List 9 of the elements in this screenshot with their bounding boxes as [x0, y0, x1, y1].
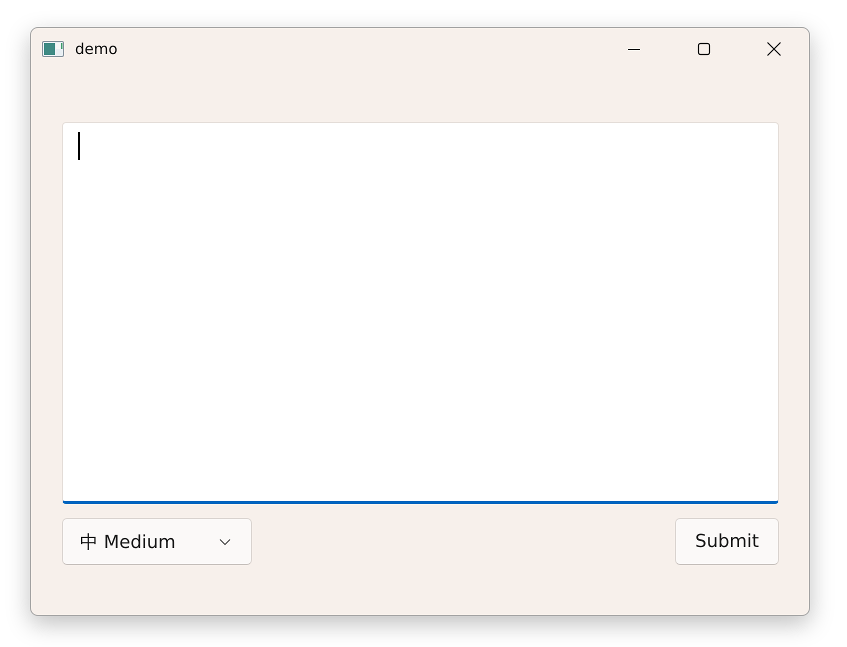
chevron-down-icon	[219, 538, 231, 546]
app-icon	[42, 41, 64, 57]
minimize-icon	[628, 48, 640, 50]
size-dropdown[interactable]: 中 Medium	[62, 518, 252, 565]
submit-button[interactable]: Submit	[675, 518, 779, 565]
close-icon	[766, 41, 782, 57]
text-area[interactable]	[62, 122, 779, 504]
maximize-icon	[697, 42, 711, 56]
window-title: demo	[75, 40, 118, 58]
